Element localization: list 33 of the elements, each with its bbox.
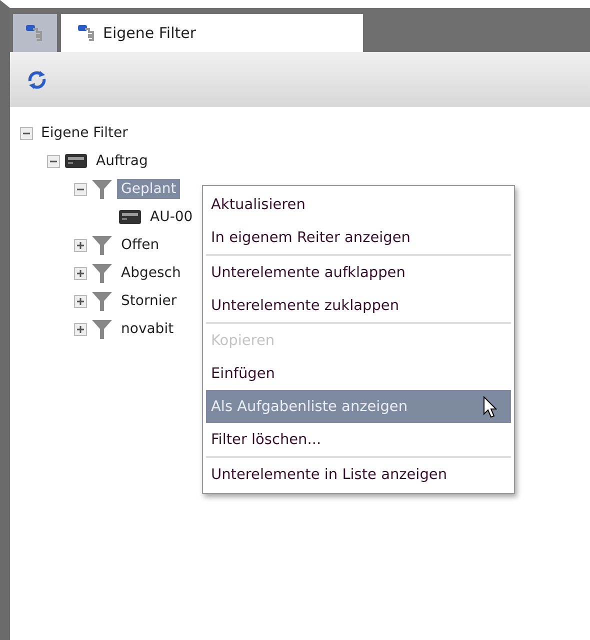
tree-item[interactable]: Auftrag xyxy=(92,151,152,171)
menu-item[interactable]: Unterelemente zuklappen xyxy=(206,289,511,322)
funnel-icon xyxy=(91,290,113,312)
funnel-icon xyxy=(91,318,113,340)
tree-item[interactable]: novabit xyxy=(117,319,178,339)
tab[interactable]: Eigene Filter xyxy=(61,14,363,52)
collapse-icon[interactable] xyxy=(20,126,33,140)
tree-icon xyxy=(25,24,45,42)
menu-item[interactable]: Unterelemente in Liste anzeigen xyxy=(206,458,511,491)
record-icon xyxy=(118,208,142,226)
menu-item[interactable]: Filter löschen... xyxy=(206,423,511,456)
funnel-icon xyxy=(91,178,113,200)
funnel-icon xyxy=(91,262,113,284)
tree-item[interactable]: Eigene Filter xyxy=(37,123,132,143)
menu-item[interactable]: Einfügen xyxy=(206,357,511,390)
expand-icon[interactable] xyxy=(74,294,87,308)
tree-item[interactable]: Offen xyxy=(117,235,164,255)
cursor-icon xyxy=(483,396,497,418)
tree-item[interactable]: AU-00 xyxy=(146,207,197,227)
collapse-icon[interactable] xyxy=(74,182,87,196)
expand-icon[interactable] xyxy=(74,322,87,336)
tree-icon xyxy=(77,24,97,42)
collapse-icon[interactable] xyxy=(47,154,60,168)
expand-icon[interactable] xyxy=(74,238,87,252)
menu-item[interactable]: In eigenem Reiter anzeigen xyxy=(206,221,511,254)
menu-item[interactable]: Aktualisieren xyxy=(206,188,511,221)
tree-item[interactable]: Abgesch xyxy=(117,263,185,283)
tab[interactable] xyxy=(13,14,57,52)
funnel-icon xyxy=(91,234,113,256)
menu-item[interactable]: Unterelemente aufklappen xyxy=(206,256,511,289)
tree-item[interactable]: Stornier xyxy=(117,291,181,311)
expand-icon[interactable] xyxy=(74,266,87,280)
record-icon xyxy=(64,152,88,170)
